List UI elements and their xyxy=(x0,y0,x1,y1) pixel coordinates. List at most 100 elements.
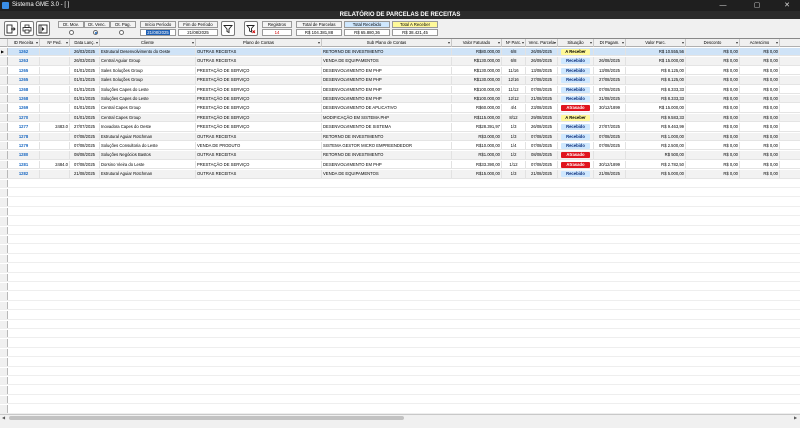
cell-num-pedido xyxy=(40,85,70,93)
column-header-num-parcela[interactable]: Nº Parc. ▾ xyxy=(502,39,526,47)
chevron-down-icon[interactable]: ▾ xyxy=(192,39,194,47)
row-selector[interactable] xyxy=(0,95,8,103)
row-selector[interactable] xyxy=(0,151,8,159)
filter-dt-pag-radio[interactable] xyxy=(119,30,124,35)
scroll-thumb[interactable] xyxy=(9,416,404,420)
filter-button[interactable] xyxy=(221,21,235,36)
table-row[interactable]: 1268 01/01/2025 Soluções Capes do Leste PRE… xyxy=(0,85,800,94)
table-row[interactable]: 1263 26/03/2025 Central Aguiar Group OUTRAS… xyxy=(0,57,800,66)
print-button[interactable] xyxy=(20,21,34,36)
table-row[interactable]: 1265 01/01/2025 Sales Soluções Group PRESTA… xyxy=(0,76,800,85)
cell-data-pagamento: 07/08/2025 xyxy=(594,85,626,93)
cell-num-parcela: 8/12 xyxy=(502,113,526,122)
row-selector[interactable] xyxy=(0,160,8,169)
table-row[interactable]: 1268 01/01/2025 Soluções Capes do Leste PRE… xyxy=(0,95,800,104)
row-selector[interactable] xyxy=(0,113,8,122)
table-row[interactable]: 1281 2484.0 07/08/2025 Dorsino Vieira do Le… xyxy=(0,160,800,170)
column-header-valor-faturado[interactable]: Valor Faturado ▾ xyxy=(452,39,502,47)
row-selector xyxy=(0,395,8,404)
chevron-down-icon[interactable]: ▾ xyxy=(522,39,524,47)
column-header-desconto[interactable]: Desconto ▾ xyxy=(686,39,740,47)
maximize-button[interactable]: ▢ xyxy=(746,0,768,11)
cell-num-pedido xyxy=(40,151,70,159)
cell-data-lancamento: 07/08/2025 xyxy=(70,132,100,140)
fim-periodo-input[interactable]: 21/08/2025 xyxy=(178,29,218,36)
column-header-valor-parcela[interactable]: Valor Parc. ▾ xyxy=(626,39,686,47)
chevron-down-icon[interactable]: ▾ xyxy=(590,39,592,47)
table-row[interactable]: 1278 07/08/2025 Estrutural Aguiar Rotchman… xyxy=(0,132,800,141)
filter-dt-mov-radio[interactable] xyxy=(69,30,74,35)
row-selector[interactable] xyxy=(0,66,8,75)
cell-valor-parcela: R$ 9.583,33 xyxy=(626,113,686,122)
chevron-down-icon[interactable]: ▾ xyxy=(318,39,320,47)
chevron-down-icon[interactable]: ▾ xyxy=(776,39,778,47)
status-badge: Recebido xyxy=(561,171,590,178)
row-selector[interactable] xyxy=(0,76,8,84)
table-row[interactable]: 1277 2483.0 27/07/2025 Inovadora Capes do O… xyxy=(0,123,800,132)
cell-valor-parcela: R$ 8.125,00 xyxy=(626,66,686,75)
row-selector[interactable] xyxy=(0,170,8,178)
chevron-down-icon[interactable]: ▾ xyxy=(96,39,98,47)
column-header-data-pagamento[interactable]: Dt Pagam. ▾ xyxy=(594,39,626,47)
chevron-down-icon[interactable]: ▾ xyxy=(66,39,68,47)
row-selector[interactable] xyxy=(0,123,8,131)
cell-cliente: Soluções Negócios Bastos xyxy=(100,151,196,159)
cell-num-pedido xyxy=(40,95,70,103)
column-header-sub-plano-de-contas[interactable]: Sub Plano de Contas ▾ xyxy=(322,39,452,47)
chevron-down-icon[interactable]: ▾ xyxy=(622,39,624,47)
column-header-acrescimo[interactable]: Acrescimo ▾ xyxy=(740,39,780,47)
table-row[interactable]: 1280 08/08/2025 Soluções Negócios Bastos OU… xyxy=(0,151,800,160)
cell-sub-plano-de-contas: MODIFICAÇÃO EM SISTEMA PHP xyxy=(322,113,452,122)
row-selector[interactable]: ▶ xyxy=(0,48,8,56)
table-row[interactable]: 1279 07/08/2025 Soluções Consultoria do Le… xyxy=(0,142,800,151)
column-header-plano-de-contas[interactable]: Plano de Contas ▾ xyxy=(196,39,322,47)
chevron-down-icon[interactable]: ▾ xyxy=(498,39,500,47)
cell-acrescimo: R$ 0,00 xyxy=(740,151,780,159)
row-selector[interactable] xyxy=(0,85,8,93)
print-icon xyxy=(22,24,32,33)
close-button[interactable]: ✕ xyxy=(776,0,798,11)
chevron-down-icon[interactable]: ▾ xyxy=(682,39,684,47)
cell-acrescimo: R$ 0,00 xyxy=(740,160,780,169)
inicio-periodo-input[interactable]: 21/08/2025 xyxy=(140,29,176,36)
row-selector[interactable] xyxy=(0,57,8,65)
cell-data-pagamento: 27/08/2025 xyxy=(594,76,626,84)
table-row[interactable]: 1265 01/01/2025 Sales Soluções Group PRESTA… xyxy=(0,66,800,76)
receitas-grid[interactable]: ID Receita ▾ Nº Ped. ▾ Data Lanç. ▾ Cliente ▾ Pl… xyxy=(0,38,800,414)
column-header-vencimento-parcela[interactable]: Venc. Parcela ▾ xyxy=(526,39,558,47)
row-selector[interactable] xyxy=(0,104,8,112)
clear-filter-button[interactable] xyxy=(244,21,258,36)
chevron-down-icon[interactable]: ▾ xyxy=(554,39,556,47)
table-row[interactable]: 1269 01/01/2025 Central Capes Group PRESTAÇ… xyxy=(0,104,800,113)
empty-row xyxy=(0,189,800,198)
column-header-num-pedido[interactable]: Nº Ped. ▾ xyxy=(40,39,70,47)
cell-vencimento-parcela: 26/09/2025 xyxy=(526,48,558,56)
export-button[interactable] xyxy=(36,21,50,36)
chevron-down-icon[interactable]: ▾ xyxy=(736,39,738,47)
minimize-button[interactable]: — xyxy=(712,0,734,11)
cell-situacao: Recebido xyxy=(558,170,594,178)
empty-row xyxy=(0,358,800,367)
column-header-id-receita[interactable]: ID Receita ▾ xyxy=(8,39,40,47)
exit-button[interactable] xyxy=(4,21,18,36)
cell-acrescimo: R$ 0,00 xyxy=(740,48,780,56)
chevron-down-icon[interactable]: ▾ xyxy=(448,39,450,47)
filter-dt-venc-radio[interactable] xyxy=(93,30,98,35)
cell-data-lancamento: 01/01/2025 xyxy=(70,76,100,84)
column-header-label: Sub Plano de Contas xyxy=(366,40,407,45)
column-header-cliente[interactable]: Cliente ▾ xyxy=(100,39,196,47)
table-row[interactable]: 1282 21/08/2025 Estrutural Aguiar Rotchman… xyxy=(0,170,800,179)
cell-data-lancamento: 08/08/2025 xyxy=(70,151,100,159)
empty-row xyxy=(0,386,800,395)
horizontal-scrollbar[interactable]: ◀ ▶ xyxy=(0,414,800,421)
row-selector[interactable] xyxy=(0,132,8,140)
cell-num-parcela: 1/3 xyxy=(502,170,526,178)
table-row[interactable]: 1270 01/01/2025 Central Capes Group PRESTAÇ… xyxy=(0,113,800,123)
chevron-down-icon[interactable]: ▾ xyxy=(36,39,38,47)
status-badge: A Receber xyxy=(561,49,590,55)
column-header-data-lancamento[interactable]: Data Lanç. ▾ xyxy=(70,39,100,47)
column-header-situacao[interactable]: Situação ▾ xyxy=(558,39,594,47)
row-selector[interactable] xyxy=(0,142,8,150)
cell-num-parcela: 12/16 xyxy=(502,76,526,84)
table-row[interactable]: ▶ 1262 26/03/2025 Estrutural Desenvolviment… xyxy=(0,48,800,57)
